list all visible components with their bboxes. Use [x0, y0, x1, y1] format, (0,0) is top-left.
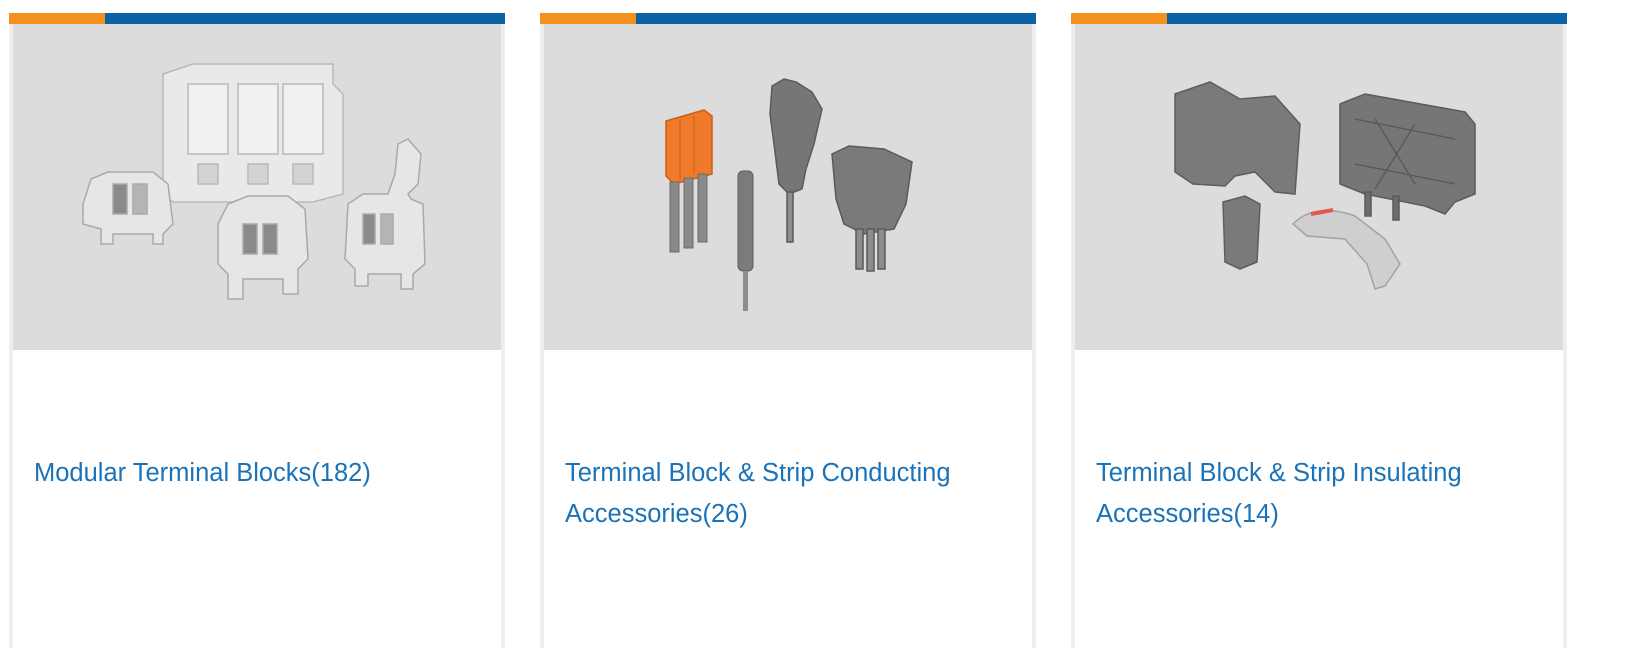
category-card-conducting-accessories[interactable]: Terminal Block & Strip Conducting Access… — [540, 13, 1036, 648]
card-accent-bar — [1071, 13, 1567, 24]
card-accent-bar — [540, 13, 1036, 24]
category-card-insulating-accessories[interactable]: Terminal Block & Strip Insulating Access… — [1071, 13, 1567, 648]
accent-bar-orange — [1071, 13, 1167, 24]
card-accent-bar — [9, 13, 505, 24]
conducting-accessories-image[interactable] — [544, 24, 1032, 350]
accent-bar-orange — [540, 13, 636, 24]
accent-bar-blue — [105, 13, 505, 24]
accent-bar-orange — [9, 13, 105, 24]
category-card-modular-terminal-blocks[interactable]: Modular Terminal Blocks(182) — [9, 13, 505, 648]
accent-bar-blue — [1167, 13, 1567, 24]
accent-bar-blue — [636, 13, 1036, 24]
modular-terminal-blocks-image[interactable] — [13, 24, 501, 350]
category-title-link[interactable]: Terminal Block & Strip Conducting Access… — [565, 453, 1005, 535]
category-title-link[interactable]: Modular Terminal Blocks(182) — [34, 453, 474, 494]
insulating-accessories-image[interactable] — [1075, 24, 1563, 350]
category-title-link[interactable]: Terminal Block & Strip Insulating Access… — [1096, 453, 1536, 535]
